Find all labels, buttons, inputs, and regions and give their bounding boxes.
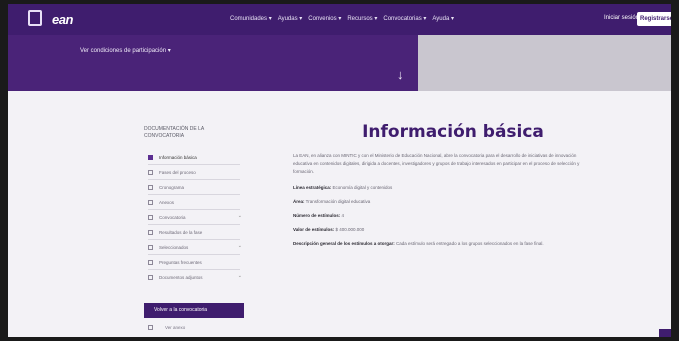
field-label: Línea estratégica:	[293, 185, 332, 190]
sidebar-item-resultados[interactable]: Resultados de la fase	[144, 225, 256, 239]
next-section-link[interactable]: Ver anexo	[148, 325, 185, 330]
chevron-down-icon[interactable]: ⌄	[238, 213, 242, 219]
main-menu: Comunidades ▾ Ayudas ▾ Convenios ▾ Recur…	[230, 15, 454, 22]
field-valor-estimulos: Valor de estímulos: $ 400.000.000	[293, 226, 563, 234]
main-content: Información básica La EAN, en alianza co…	[293, 122, 593, 254]
sidebar-title: DOCUMENTACIÓN DE LA CONVOCATORIA	[144, 126, 204, 139]
sidebar-item-label: Convocatoria	[159, 214, 186, 220]
nav-item-ayuda[interactable]: Ayuda ▾	[432, 15, 454, 22]
arrow-down-icon[interactable]: ↓	[397, 68, 404, 81]
users-icon	[148, 244, 153, 250]
sidebar-item-label: Anexos	[159, 199, 175, 205]
field-value: 4	[340, 213, 345, 218]
field-descripcion-estimulos: Descripción general de los estímulos a o…	[293, 240, 563, 248]
site-logo[interactable]: ean	[52, 12, 73, 27]
sidebar-item-fases[interactable]: Fases del proceso	[144, 165, 256, 179]
sidebar-item-label: Cronograma	[159, 184, 185, 190]
login-link[interactable]: Iniciar sesión	[604, 15, 639, 21]
field-value: Transformación digital educativa	[304, 199, 371, 204]
field-linea-estrategica: Línea estratégica: Economía digital y co…	[293, 184, 563, 192]
sidebar: DOCUMENTACIÓN DE LA CONVOCATORIA Informa…	[144, 126, 256, 284]
back-to-call-button[interactable]: Volver a la convocatoria	[144, 303, 244, 318]
field-area: Área: Transformación digital educativa	[293, 198, 563, 206]
sidebar-item-label: Información básica	[159, 154, 197, 160]
chevron-down-icon[interactable]: ⌄	[238, 243, 242, 249]
results-icon	[148, 229, 153, 235]
intro-paragraph: La EAN, en alianza con MINTIC y con el M…	[293, 153, 580, 174]
document-icon	[148, 169, 153, 175]
field-label: Número de estímulos:	[293, 213, 341, 218]
chat-button[interactable]	[659, 329, 671, 337]
nav-item-convenios[interactable]: Convenios ▾	[308, 15, 341, 22]
sidebar-item-label: Preguntas frecuentes	[159, 259, 202, 265]
browser-screen: ean Comunidades ▾ Ayudas ▾ Convenios ▾ R…	[8, 4, 671, 337]
sidebar-item-label: Seleccionados	[159, 244, 189, 250]
field-label: Área:	[293, 199, 305, 204]
sidebar-item-label: Fases del proceso	[159, 169, 196, 175]
sidebar-item-seleccionados[interactable]: Seleccionados ⌄	[144, 240, 256, 254]
field-value: Economía digital y contenidos	[331, 185, 393, 190]
chevron-down-icon[interactable]: ⌄	[238, 273, 242, 279]
top-navigation-bar: ean Comunidades ▾ Ayudas ▾ Convenios ▾ R…	[8, 4, 671, 35]
field-label: Valor de estímulos:	[293, 227, 335, 232]
sidebar-item-documentos[interactable]: Documentos adjuntos ⌄	[144, 270, 256, 284]
calendar-icon	[148, 184, 153, 190]
question-icon	[148, 259, 153, 265]
participation-conditions-link[interactable]: Ver condiciones de participación ▾	[80, 47, 171, 54]
nav-item-ayudas[interactable]: Ayudas ▾	[278, 15, 303, 22]
sidebar-item-informacion-basica[interactable]: Información básica	[144, 150, 256, 164]
field-value: $ 400.000.000	[334, 227, 365, 232]
folder-icon	[148, 274, 153, 280]
menu-grid-icon[interactable]	[28, 10, 42, 26]
hero-banner-purple: Ver condiciones de participación ▾ ↓	[8, 35, 418, 91]
nav-item-comunidades[interactable]: Comunidades ▾	[230, 15, 272, 22]
hero-image	[418, 35, 671, 91]
sidebar-item-cronograma[interactable]: Cronograma	[144, 180, 256, 194]
nav-item-recursos[interactable]: Recursos ▾	[347, 15, 377, 22]
sidebar-item-label: Resultados de la fase	[159, 229, 203, 235]
nav-item-convocatorias[interactable]: Convocatorias ▾	[383, 15, 426, 22]
arrow-right-icon	[148, 325, 153, 330]
sidebar-item-label: Documentos adjuntos	[159, 274, 203, 280]
document-icon	[148, 214, 153, 220]
next-section-label: Ver anexo	[165, 325, 186, 330]
sidebar-item-convocatoria[interactable]: Convocatoria ⌄	[144, 210, 256, 224]
page-title: Información básica	[362, 122, 544, 142]
field-label: Descripción general de los estímulos a o…	[293, 241, 395, 246]
document-icon	[148, 154, 153, 160]
register-button[interactable]: Registrarse	[637, 12, 671, 26]
field-numero-estimulos: Número de estímulos: 4	[293, 212, 563, 220]
attachment-icon	[148, 199, 153, 205]
sidebar-item-preguntas[interactable]: Preguntas frecuentes	[144, 255, 256, 269]
hero-banner: Ver condiciones de participación ▾ ↓	[8, 35, 671, 91]
field-value: Cada estímulo será entregado a los grupo…	[394, 241, 544, 246]
sidebar-item-anexos[interactable]: Anexos	[144, 195, 256, 209]
